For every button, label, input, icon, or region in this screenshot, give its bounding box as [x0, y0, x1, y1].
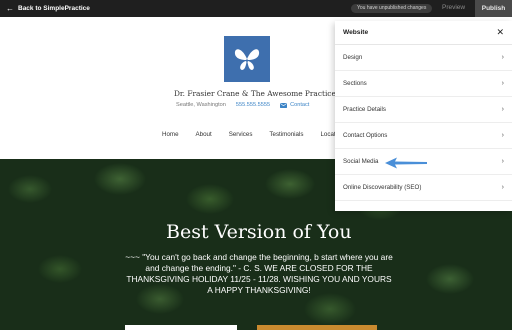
chevron-right-icon: ›	[501, 184, 504, 191]
site-nav: Home About Services Testimonials Locat	[162, 131, 353, 138]
panel-item-label: Practice Details	[343, 106, 386, 113]
location-text: Seattle, Washington	[176, 102, 226, 108]
panel-item-practice-details[interactable]: Practice Details ›	[335, 97, 512, 123]
nav-testimonials[interactable]: Testimonials	[269, 131, 303, 138]
nav-about[interactable]: About	[196, 131, 212, 138]
nav-services[interactable]: Services	[229, 131, 253, 138]
panel-item-label: Sections	[343, 80, 367, 87]
envelope-icon	[280, 102, 288, 108]
panel-item-label: Contact Options	[343, 132, 388, 139]
publish-button[interactable]: Publish	[475, 0, 512, 17]
hero-text: ~~~ "You can't go back and change the be…	[125, 252, 393, 295]
nav-locations[interactable]: Locat	[320, 131, 335, 138]
hero-title: Best Version of You	[166, 221, 352, 243]
panel-item-seo[interactable]: Online Discoverability (SEO) ›	[335, 175, 512, 201]
phone-link[interactable]: 555.555.5555	[236, 102, 270, 108]
panel-item-label: Design	[343, 54, 363, 61]
butterfly-icon	[234, 49, 260, 70]
practice-logo	[224, 36, 270, 82]
hero-primary-button[interactable]	[125, 325, 237, 330]
chevron-right-icon: ›	[501, 158, 504, 165]
unpublished-changes-badge: You have unpublished changes	[351, 4, 433, 13]
nav-home[interactable]: Home	[162, 131, 179, 138]
back-label: Back to SimplePractice	[18, 5, 90, 12]
chevron-right-icon: ›	[501, 54, 504, 61]
contact-row: Seattle, Washington 555.555.5555 Contact	[176, 102, 309, 108]
practice-name: Dr. Frasier Crane & The Awesome Practice	[174, 89, 336, 98]
contact-link[interactable]: Contact	[280, 102, 309, 108]
panel-item-contact-options[interactable]: Contact Options ›	[335, 123, 512, 149]
chevron-right-icon: ›	[501, 132, 504, 139]
website-settings-panel: Website ✕ Design › Sections › Practice D…	[335, 21, 512, 211]
panel-item-label: Online Discoverability (SEO)	[343, 184, 422, 191]
chevron-right-icon: ›	[501, 80, 504, 87]
panel-item-label: Social Media	[343, 158, 379, 165]
back-arrow-icon: ←	[6, 3, 14, 13]
hero-secondary-button[interactable]	[257, 325, 377, 330]
panel-title: Website	[343, 29, 369, 36]
panel-item-design[interactable]: Design ›	[335, 45, 512, 71]
close-icon[interactable]: ✕	[496, 27, 504, 38]
back-to-simplepractice-link[interactable]: ← Back to SimplePractice	[6, 3, 90, 14]
panel-header: Website ✕	[335, 21, 512, 45]
contact-label: Contact	[290, 102, 310, 108]
chevron-right-icon: ›	[501, 106, 504, 113]
pointer-arrow-icon	[385, 157, 427, 169]
editor-top-bar: ← Back to SimplePractice You have unpubl…	[0, 0, 512, 17]
preview-button[interactable]: Preview	[442, 4, 465, 11]
panel-item-sections[interactable]: Sections ›	[335, 71, 512, 97]
